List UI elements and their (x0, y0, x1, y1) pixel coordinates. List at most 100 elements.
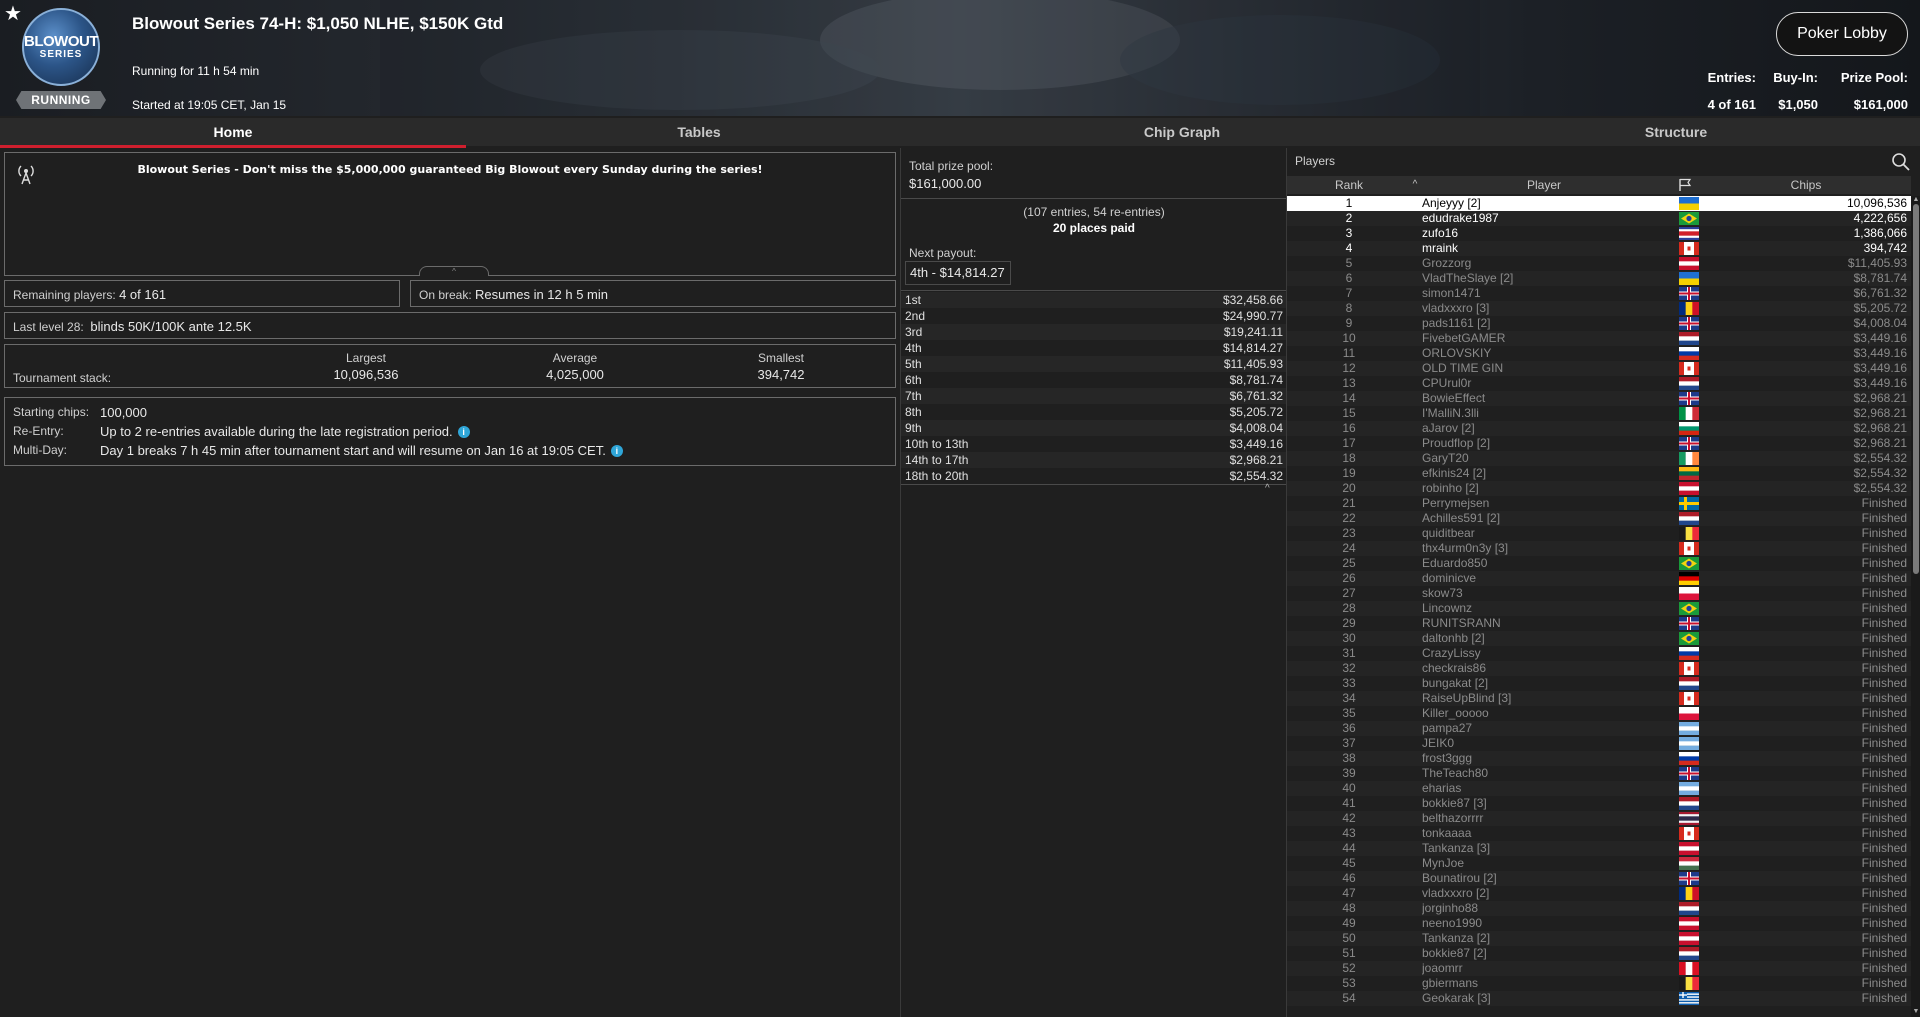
country-flag-icon (1679, 212, 1699, 225)
player-row[interactable]: 22 Achilles591 [2] Finished (1287, 511, 1911, 526)
payout-row: 2nd $24,990.77 (901, 308, 1287, 324)
player-row[interactable]: 18 GaryT20 $2,554.32 (1287, 451, 1911, 466)
tab-home[interactable]: Home (0, 118, 466, 148)
player-row[interactable]: 52 joaomrr Finished (1287, 961, 1911, 976)
player-row[interactable]: 50 Tankanza [2] Finished (1287, 931, 1911, 946)
collapse-handle[interactable]: ^ (419, 266, 489, 276)
country-flag-icon (1679, 272, 1699, 285)
search-icon[interactable] (1891, 152, 1911, 172)
player-row[interactable]: 46 Bounatirou [2] Finished (1287, 871, 1911, 886)
country-flag-icon (1679, 602, 1699, 615)
country-flag-icon (1679, 812, 1699, 825)
player-row[interactable]: 2 edudrake1987 4,222,656 (1287, 211, 1911, 226)
player-row[interactable]: 25 Eduardo850 Finished (1287, 556, 1911, 571)
player-name: thx4urm0n3y [3] (1422, 541, 1509, 555)
player-row[interactable]: 1 Anjeyyy [2] 10,096,536 (1287, 196, 1911, 211)
player-row[interactable]: 47 vladxxxro [2] Finished (1287, 886, 1911, 901)
player-chips: $3,449.16 (1853, 346, 1907, 360)
collapse-payouts-icon[interactable]: ^ (1265, 483, 1270, 494)
player-row[interactable]: 31 CrazyLissy Finished (1287, 646, 1911, 661)
player-row[interactable]: 49 neeno1990 Finished (1287, 916, 1911, 931)
header-background-art (380, 0, 1480, 116)
payout-place: 14th to 17th (905, 453, 969, 467)
player-row[interactable]: 42 belthazorrrr Finished (1287, 811, 1911, 826)
player-row[interactable]: 53 gbiermans Finished (1287, 976, 1911, 991)
payout-table: 1st $32,458.66 2nd $24,990.77 3rd $19,241.11 4… (901, 292, 1287, 484)
scroll-down-icon[interactable]: ▼ (1911, 1008, 1920, 1015)
player-rank: 22 (1342, 511, 1356, 525)
player-rank: 7 (1345, 286, 1353, 300)
player-row[interactable]: 44 Tankanza [3] Finished (1287, 841, 1911, 856)
player-name: belthazorrrr (1422, 811, 1484, 825)
country-flag-icon (1679, 677, 1699, 690)
player-row[interactable]: 43 tonkaaaa Finished (1287, 826, 1911, 841)
player-row[interactable]: 38 frost3ggg Finished (1287, 751, 1911, 766)
tab-chip-graph[interactable]: Chip Graph (932, 118, 1432, 146)
player-row[interactable]: 15 I'MalliN.3lli $2,968.21 (1287, 406, 1911, 421)
player-row[interactable]: 39 TheTeach80 Finished (1287, 766, 1911, 781)
tab-structure[interactable]: Structure (1432, 118, 1920, 146)
player-row[interactable]: 3 zufo16 1,386,066 (1287, 226, 1911, 241)
tab-tables[interactable]: Tables (466, 118, 932, 146)
player-row[interactable]: 7 simon1471 $6,761.32 (1287, 286, 1911, 301)
player-row[interactable]: 54 Geokarak [3] Finished (1287, 991, 1911, 1006)
player-row[interactable]: 30 daltonhb [2] Finished (1287, 631, 1911, 646)
player-row[interactable]: 8 vladxxxro [3] $5,205.72 (1287, 301, 1911, 316)
player-row[interactable]: 10 FivebetGAMER $3,449.16 (1287, 331, 1911, 346)
country-flag-icon (1679, 692, 1699, 705)
country-flag-icon (1679, 962, 1699, 975)
player-name: Tankanza [2] (1422, 931, 1491, 945)
country-flag-icon (1679, 332, 1699, 345)
col-player[interactable]: Player (1423, 176, 1665, 194)
favorite-star-icon[interactable]: ★ (4, 2, 22, 26)
scroll-up-icon[interactable]: ▲ (1911, 196, 1920, 203)
player-row[interactable]: 4 mraink 394,742 (1287, 241, 1911, 256)
player-row[interactable]: 19 efkinis24 [2] $2,554.32 (1287, 466, 1911, 481)
player-row[interactable]: 5 Grozzorg $11,405.93 (1287, 256, 1911, 271)
player-row[interactable]: 12 OLD TIME GIN $3,449.16 (1287, 361, 1911, 376)
payout-place: 4th (905, 341, 922, 355)
player-row[interactable]: 14 BowieEffect $2,968.21 (1287, 391, 1911, 406)
player-row[interactable]: 20 robinho [2] $2,554.32 (1287, 481, 1911, 496)
prize-panel: Total prize pool: $161,000.00 (107 entri… (900, 148, 1287, 1017)
player-row[interactable]: 9 pads1161 [2] $4,008.04 (1287, 316, 1911, 331)
player-row[interactable]: 40 eharias Finished (1287, 781, 1911, 796)
player-chips: Finished (1861, 541, 1907, 555)
col-flag[interactable] (1671, 176, 1699, 194)
player-row[interactable]: 16 aJarov [2] $2,968.21 (1287, 421, 1911, 436)
player-row[interactable]: 26 dominicve Finished (1287, 571, 1911, 586)
reentry-info-icon[interactable]: i (457, 426, 470, 438)
player-row[interactable]: 17 Proudflop [2] $2,968.21 (1287, 436, 1911, 451)
player-row[interactable]: 51 bokkie87 [2] Finished (1287, 946, 1911, 961)
player-row[interactable]: 27 skow73 Finished (1287, 586, 1911, 601)
player-row[interactable]: 24 thx4urm0n3y [3] Finished (1287, 541, 1911, 556)
scroll-thumb[interactable] (1913, 204, 1919, 574)
player-row[interactable]: 35 Killer_ooooo Finished (1287, 706, 1911, 721)
player-row[interactable]: 23 quiditbear Finished (1287, 526, 1911, 541)
poker-lobby-button[interactable]: Poker Lobby (1776, 12, 1908, 56)
player-row[interactable]: 11 ORLOVSKIY $3,449.16 (1287, 346, 1911, 361)
country-flag-icon (1679, 407, 1699, 420)
player-row[interactable]: 36 pampa27 Finished (1287, 721, 1911, 736)
player-row[interactable]: 6 VladTheSlaye [2] $8,781.74 (1287, 271, 1911, 286)
divider (901, 198, 1287, 199)
player-row[interactable]: 29 RUNITSRANN Finished (1287, 616, 1911, 631)
player-row[interactable]: 28 Lincownz Finished (1287, 601, 1911, 616)
payout-amount: $2,968.21 (1229, 453, 1283, 467)
multiday-info-icon[interactable]: i (610, 445, 623, 457)
player-row[interactable]: 32 checkrais86 Finished (1287, 661, 1911, 676)
player-name: tonkaaaa (1422, 826, 1472, 840)
sort-asc-icon[interactable]: ^ (1407, 176, 1423, 194)
player-row[interactable]: 41 bokkie87 [3] Finished (1287, 796, 1911, 811)
player-row[interactable]: 45 MynJoe Finished (1287, 856, 1911, 871)
player-row[interactable]: 37 JEIK0 Finished (1287, 736, 1911, 751)
player-row[interactable]: 21 Perrymejsen Finished (1287, 496, 1911, 511)
player-row[interactable]: 48 jorginho88 Finished (1287, 901, 1911, 916)
players-scrollbar[interactable]: ▲ ▼ (1911, 196, 1920, 1017)
player-row[interactable]: 13 CPUrul0r $3,449.16 (1287, 376, 1911, 391)
col-rank[interactable]: Rank (1287, 176, 1411, 194)
col-chips[interactable]: Chips (1701, 176, 1911, 194)
buyin-stat: Buy-In: $1,050 (1773, 70, 1818, 112)
player-row[interactable]: 33 bungakat [2] Finished (1287, 676, 1911, 691)
player-row[interactable]: 34 RaiseUpBlind [3] Finished (1287, 691, 1911, 706)
